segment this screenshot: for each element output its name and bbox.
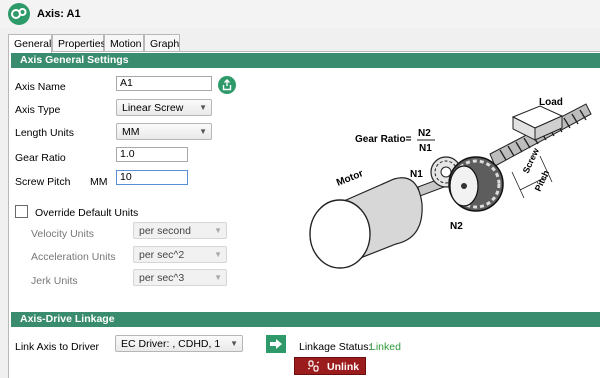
length-units-label: Length Units bbox=[15, 127, 74, 139]
link-axis-label: Link Axis to Driver bbox=[15, 341, 100, 353]
driver-select[interactable]: EC Driver: , CDHD, 1 ▼ bbox=[115, 335, 243, 352]
chevron-down-icon: ▼ bbox=[214, 226, 222, 235]
window-title: Axis: A1 bbox=[37, 8, 81, 20]
tab-motion[interactable]: Motion bbox=[104, 34, 144, 52]
broken-link-icon bbox=[308, 360, 319, 372]
chevron-down-icon: ▼ bbox=[199, 103, 207, 112]
override-units-label: Override Default Units bbox=[35, 207, 139, 219]
override-units-checkbox[interactable] bbox=[15, 205, 28, 218]
length-units-select[interactable]: MM ▼ bbox=[116, 123, 212, 140]
gear-ratio-denominator: N1 bbox=[419, 143, 432, 154]
load-label: Load bbox=[539, 97, 563, 108]
acceleration-units-value: per sec^2 bbox=[139, 249, 185, 261]
screw-pitch-input[interactable]: 10 bbox=[116, 170, 188, 185]
share-icon bbox=[222, 79, 232, 91]
chevron-down-icon: ▼ bbox=[214, 273, 222, 282]
axis-name-input[interactable]: A1 bbox=[116, 76, 212, 91]
gear-ratio-formula-label: Gear Ratio= bbox=[355, 134, 412, 145]
general-settings-header: Axis General Settings bbox=[11, 53, 600, 68]
jerk-units-select[interactable]: per sec^3 ▼ bbox=[133, 269, 227, 286]
gear-ratio-label: Gear Ratio bbox=[15, 152, 66, 164]
arrow-right-icon bbox=[270, 339, 282, 349]
gear-screw-diagram: Load Screw Pitch N1 N2 Motor Gear Ratio=… bbox=[309, 97, 592, 269]
screw-pitch-label: Screw Pitch bbox=[15, 176, 71, 188]
gear-ratio-input[interactable]: 1.0 bbox=[116, 147, 188, 162]
tab-properties[interactable]: Properties bbox=[52, 34, 106, 52]
linkage-header: Axis-Drive Linkage bbox=[11, 312, 600, 327]
motor-body bbox=[309, 177, 423, 269]
jerk-units-value: per sec^3 bbox=[139, 272, 185, 284]
velocity-units-select[interactable]: per second ▼ bbox=[133, 222, 227, 239]
driver-select-value: EC Driver: , CDHD, 1 bbox=[121, 338, 221, 350]
jerk-units-label: Jerk Units bbox=[31, 275, 78, 287]
linkage-status-label: Linkage Status: bbox=[299, 341, 372, 353]
n2-label: N2 bbox=[450, 221, 463, 232]
velocity-units-value: per second bbox=[139, 225, 191, 237]
unlink-label: Unlink bbox=[327, 361, 360, 373]
tab-general[interactable]: General bbox=[8, 34, 52, 53]
acceleration-units-label: Acceleration Units bbox=[31, 251, 116, 263]
acceleration-units-select[interactable]: per sec^2 ▼ bbox=[133, 246, 227, 263]
load-block bbox=[511, 105, 564, 141]
tab-graph[interactable]: Graph bbox=[144, 34, 180, 52]
pitch-label: Pitch bbox=[533, 169, 551, 193]
link-arrow-button[interactable] bbox=[266, 335, 286, 353]
gear-n2 bbox=[448, 156, 504, 212]
axis-type-value: Linear Screw bbox=[122, 102, 184, 114]
n1-label: N1 bbox=[410, 169, 423, 180]
unlink-button[interactable]: Unlink bbox=[294, 357, 366, 375]
linkage-status-value: Linked bbox=[370, 341, 401, 353]
axis-type-label: Axis Type bbox=[15, 104, 61, 116]
chevron-down-icon: ▼ bbox=[230, 339, 238, 348]
chevron-down-icon: ▼ bbox=[199, 127, 207, 136]
velocity-units-label: Velocity Units bbox=[31, 228, 95, 240]
gear-ratio-numerator: N2 bbox=[418, 128, 431, 139]
share-button[interactable] bbox=[218, 76, 236, 94]
chevron-down-icon: ▼ bbox=[214, 250, 222, 259]
axis-name-label: Axis Name bbox=[15, 81, 66, 93]
axis-type-select[interactable]: Linear Screw ▼ bbox=[116, 99, 212, 116]
motor-label: Motor bbox=[335, 168, 365, 189]
length-units-value: MM bbox=[122, 126, 140, 138]
screw-pitch-unit: MM bbox=[90, 176, 108, 188]
title-bar: Axis: A1 bbox=[0, 0, 600, 28]
app-logo-icon bbox=[8, 3, 30, 25]
